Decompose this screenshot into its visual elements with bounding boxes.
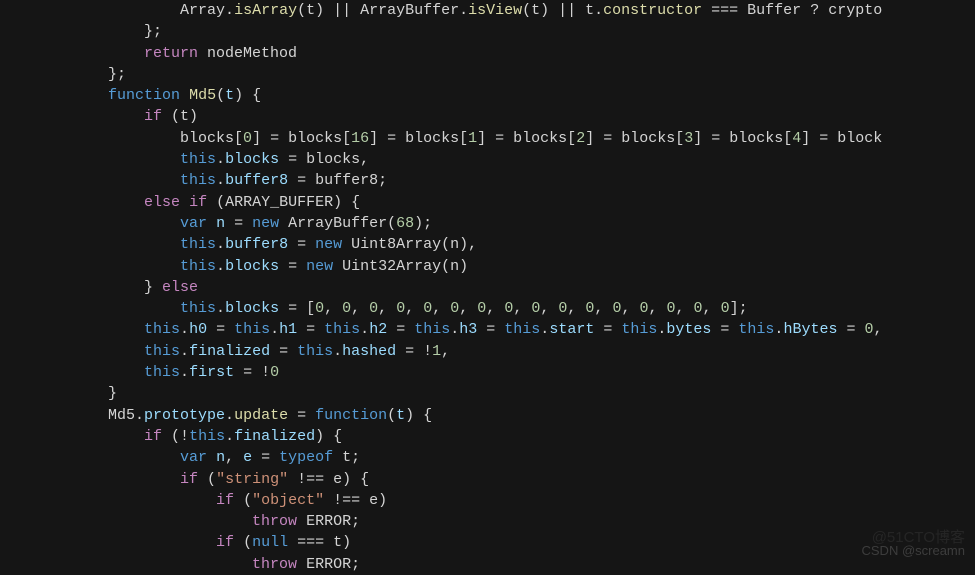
code-line: this.buffer8 = new Uint8Array(n), [0, 236, 477, 253]
code-line: return nodeMethod [0, 45, 297, 62]
code-line: throw ERROR; [0, 556, 360, 573]
code-line: }; [0, 23, 162, 40]
code-line: this.finalized = this.hashed = !1, [0, 343, 450, 360]
code-line: else if (ARRAY_BUFFER) { [0, 194, 360, 211]
code-line: var n = new ArrayBuffer(68); [0, 215, 432, 232]
code-line: }; [0, 66, 126, 83]
code-line: if (t) [0, 108, 198, 125]
code-line: function Md5(t) { [0, 87, 261, 104]
code-line: this.blocks = blocks, [0, 151, 369, 168]
code-line: this.blocks = [0, 0, 0, 0, 0, 0, 0, 0, 0… [0, 300, 748, 317]
code-line: if ("object" !== e) [0, 492, 387, 509]
code-line: if (null === t) [0, 534, 351, 551]
watermark-bottom: CSDN @screamn [862, 542, 966, 560]
code-block: Array.isArray(t) || ArrayBuffer.isView(t… [0, 0, 975, 575]
code-line: } else [0, 279, 198, 296]
code-line: if ("string" !== e) { [0, 471, 369, 488]
code-line: this.h0 = this.h1 = this.h2 = this.h3 = … [0, 321, 883, 338]
code-line: this.buffer8 = buffer8; [0, 172, 387, 189]
code-line: if (!this.finalized) { [0, 428, 342, 445]
code-line: Md5.prototype.update = function(t) { [0, 407, 432, 424]
code-line: } [0, 385, 117, 402]
code-line: var n, e = typeof t; [0, 449, 360, 466]
code-line: throw ERROR; [0, 513, 360, 530]
code-line: this.blocks = new Uint32Array(n) [0, 258, 468, 275]
code-line: this.first = !0 [0, 364, 279, 381]
code-line: Array.isArray(t) || ArrayBuffer.isView(t… [0, 2, 882, 19]
code-line: blocks[0] = blocks[16] = blocks[1] = blo… [0, 130, 882, 147]
